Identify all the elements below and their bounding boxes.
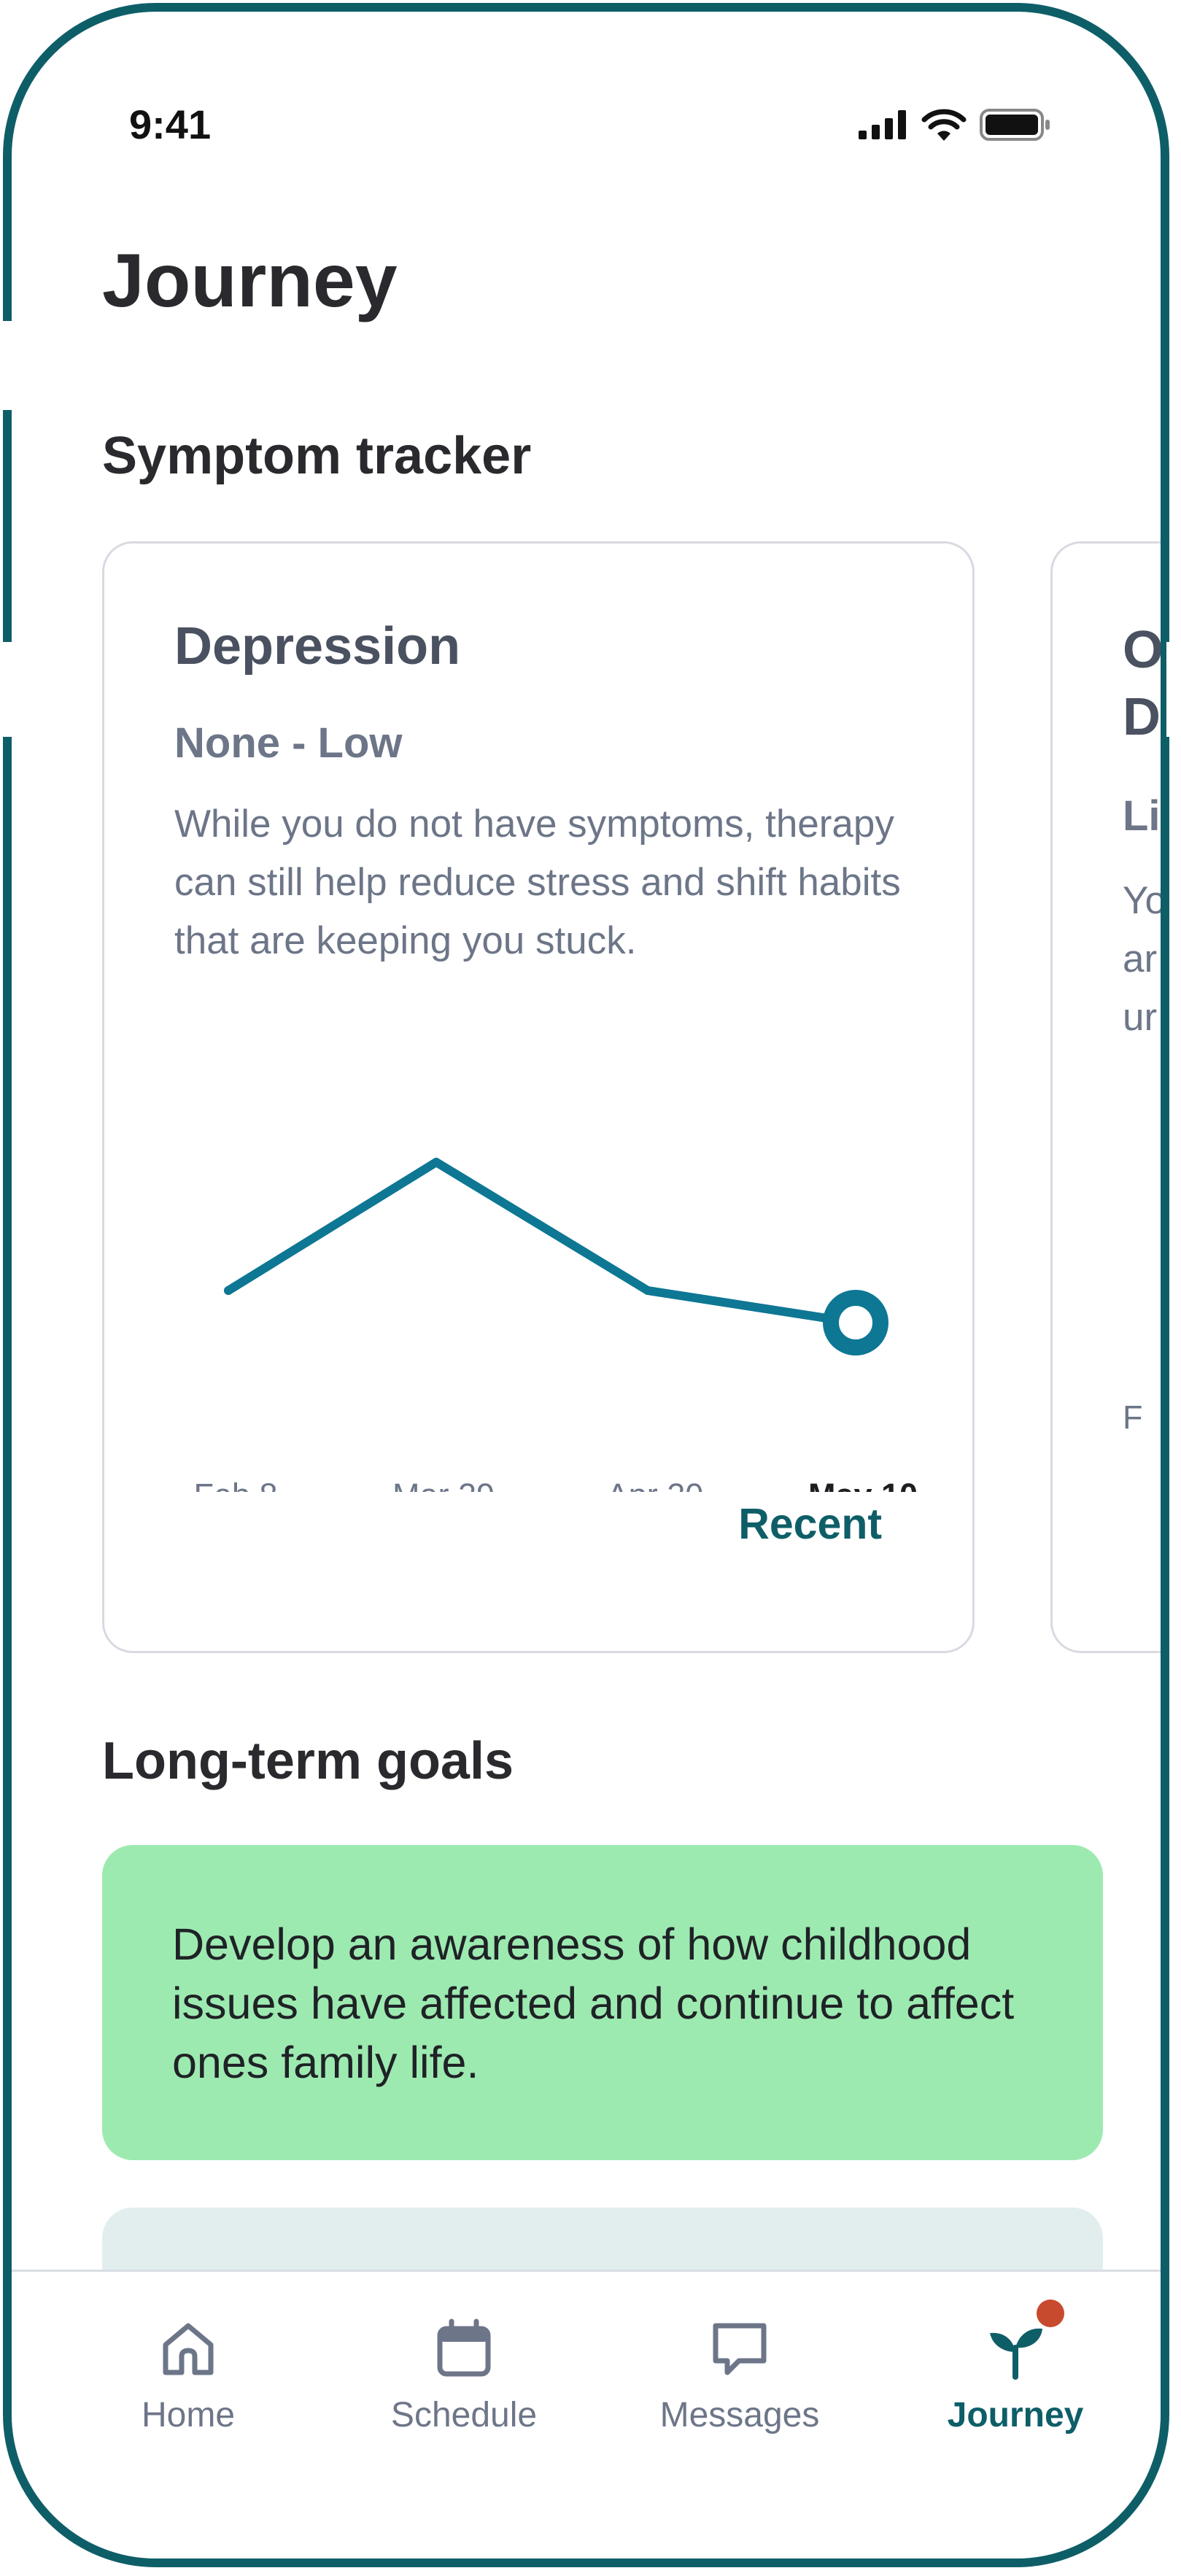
goal-text: Develop an awareness of how childhood is…: [172, 1919, 1015, 2087]
frame-gap-left-2: [0, 642, 15, 737]
goals-heading: Long-term goals: [102, 1732, 514, 1790]
message-icon: [713, 2323, 767, 2375]
chart-x-tick-label: Feb 8: [193, 1477, 277, 1492]
chart-x-tick-label: May 10: [808, 1477, 918, 1492]
tab-messages-label: Messages: [659, 2396, 820, 2434]
status-icons: [859, 109, 1051, 141]
home-icon: [163, 2323, 214, 2375]
signal-icon: [859, 110, 906, 139]
calendar-icon: [437, 2318, 491, 2377]
symptom-line-chart: Feb 8 Mar 29 Apr 20 May 10: [193, 1158, 918, 1492]
chart-x-tick-label: Apr 20: [607, 1477, 704, 1492]
chart-point: [823, 1290, 888, 1355]
chart-series-line: [224, 1158, 860, 1327]
chart-point: [643, 1286, 652, 1295]
tab-journey-label: Journey: [947, 2396, 1084, 2434]
battery-icon: [980, 109, 1050, 141]
recent-button[interactable]: Recent: [738, 1499, 882, 1549]
status-time: 9:41: [129, 101, 212, 147]
phone-frame: 9:41 Journey Symptom tracker Depression …: [3, 3, 1169, 2567]
frame-gap-left-1: [0, 321, 15, 410]
next-card-title: O D: [1123, 621, 1164, 746]
wifi-icon: [921, 109, 967, 141]
sprout-icon: [990, 2328, 1042, 2380]
chart-x-tick-label: Mar 29: [392, 1477, 495, 1492]
symptom-card-next[interactable]: O D Li Yo ar ur F: [1050, 541, 1166, 1653]
page-title: Journey: [102, 239, 398, 323]
tab-home-label: Home: [141, 2396, 236, 2434]
tab-messages[interactable]: Messages: [630, 2316, 849, 2435]
chart-point: [432, 1158, 441, 1167]
next-card-description: Yo ar ur: [1123, 879, 1166, 1039]
next-card-level: Li: [1123, 792, 1161, 840]
symptom-card-depression[interactable]: Depression None - Low While you do not h…: [102, 541, 975, 1653]
tab-schedule-label: Schedule: [390, 2396, 538, 2434]
tab-bar: Home Schedule Messages Journey: [12, 2270, 1161, 2558]
tab-journey[interactable]: Journey: [906, 2300, 1125, 2435]
notification-badge: [1037, 2300, 1064, 2327]
symptom-tracker-heading: Symptom tracker: [102, 427, 532, 485]
frame-gap-right: [1166, 642, 1181, 737]
tab-schedule[interactable]: Schedule: [355, 2316, 573, 2435]
tab-home[interactable]: Home: [79, 2316, 298, 2435]
goal-card[interactable]: Develop an awareness of how childhood is…: [102, 1845, 1103, 2160]
next-card-tick: F: [1123, 1399, 1143, 1436]
chart-point: [224, 1286, 233, 1295]
